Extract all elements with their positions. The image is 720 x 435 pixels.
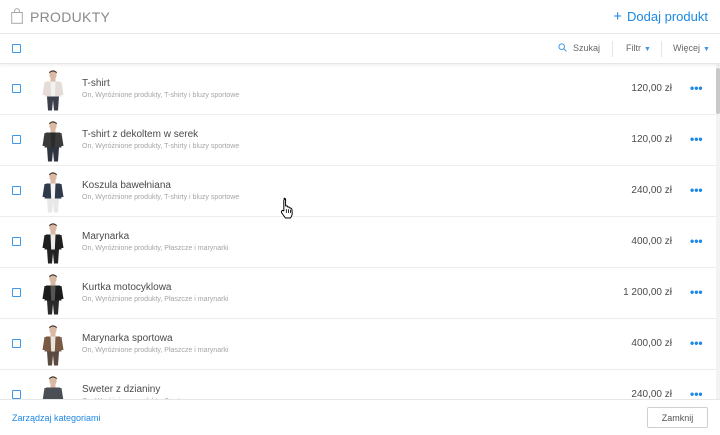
shopping-bag-icon (11, 8, 23, 24)
more-options-icon[interactable]: ••• (690, 81, 703, 95)
product-name[interactable]: Marynarka sportowa (82, 333, 173, 344)
footer: Zarządzaj kategoriami Zamknij (0, 399, 720, 435)
product-row[interactable]: T-shirt z dekoltem w serek On, Wyróżnione… (0, 115, 716, 166)
scrollbar[interactable] (716, 64, 720, 399)
close-button[interactable]: Zamknij (647, 407, 708, 428)
product-list: T-shirt On, Wyróżnione produkty, T-shirty… (0, 64, 716, 399)
product-thumbnail (38, 120, 68, 162)
product-thumbnail (38, 222, 68, 264)
select-all-checkbox[interactable] (12, 44, 21, 53)
product-name[interactable]: Sweter z dzianiny (82, 384, 160, 395)
more-options-icon[interactable]: ••• (690, 336, 703, 350)
product-thumbnail (38, 171, 68, 213)
more-label: Więcej (673, 43, 701, 53)
toolbar-divider (612, 41, 613, 57)
more-options-icon[interactable]: ••• (690, 183, 703, 197)
chevron-down-icon: ▼ (644, 46, 651, 53)
row-checkbox[interactable] (12, 237, 21, 246)
product-categories: On, Wyróżnione produkty, T-shirty i bluz… (82, 92, 240, 99)
row-checkbox[interactable] (12, 186, 21, 195)
plus-icon: + (613, 8, 623, 25)
more-options-icon[interactable]: ••• (690, 387, 703, 399)
add-product-button[interactable]: + Dodaj produkt (613, 8, 708, 25)
more-dropdown[interactable]: Więcej ▼ (673, 43, 710, 53)
product-categories: On, Wyróżnione produkty, Płaszcze i mary… (82, 347, 229, 354)
product-name[interactable]: T-shirt z dekoltem w serek (82, 129, 198, 140)
filter-dropdown[interactable]: Filtr ▼ (626, 43, 651, 53)
row-checkbox[interactable] (12, 390, 21, 399)
row-checkbox[interactable] (12, 339, 21, 348)
product-name[interactable]: Marynarka (82, 231, 129, 242)
product-categories: On, Wyróżnione produkty, T-shirty i bluz… (82, 143, 240, 150)
chevron-down-icon: ▼ (703, 46, 710, 53)
product-row[interactable]: Kurtka motocyklowa On, Wyróżnione produkt… (0, 268, 716, 319)
page-title: PRODUKTY (30, 9, 111, 25)
product-name[interactable]: Kurtka motocyklowa (82, 282, 171, 293)
row-checkbox[interactable] (12, 135, 21, 144)
hand-pointer-cursor-icon (280, 197, 293, 219)
product-row[interactable]: T-shirt On, Wyróżnione produkty, T-shirty… (0, 64, 716, 115)
product-price: 400,00 zł (631, 236, 672, 247)
more-options-icon[interactable]: ••• (690, 132, 703, 146)
row-checkbox[interactable] (12, 84, 21, 93)
add-product-label: Dodaj produkt (627, 9, 708, 24)
product-row[interactable]: Koszula bawełniana On, Wyróżnione produkt… (0, 166, 716, 217)
manage-categories-link[interactable]: Zarządzaj kategoriami (12, 413, 101, 423)
filter-label: Filtr (626, 43, 641, 53)
product-price: 240,00 zł (631, 389, 672, 399)
search-label: Szukaj (573, 43, 601, 53)
product-price: 1 200,00 zł (623, 287, 672, 298)
product-thumbnail (38, 273, 68, 315)
scrollbar-thumb[interactable] (716, 68, 720, 114)
product-row[interactable]: Marynarka On, Wyróżnione produkty, Płaszc… (0, 217, 716, 268)
product-thumbnail (38, 69, 68, 111)
product-row[interactable]: Marynarka sportowa On, Wyróżnione produkt… (0, 319, 716, 370)
product-name[interactable]: Koszula bawełniana (82, 180, 171, 191)
product-price: 240,00 zł (631, 185, 672, 196)
list-toolbar: Szukaj Filtr ▼ Więcej ▼ (0, 34, 720, 64)
product-categories: On, Wyróżnione produkty, T-shirty i bluz… (82, 194, 240, 201)
more-options-icon[interactable]: ••• (690, 234, 703, 248)
product-name[interactable]: T-shirt (82, 78, 110, 89)
product-price: 120,00 zł (631, 83, 672, 94)
product-row[interactable]: Sweter z dzianinyOn, Wyróżnione produkty… (0, 370, 716, 399)
search-button[interactable]: Szukaj (558, 43, 600, 53)
toolbar-divider (661, 41, 662, 57)
product-categories: On, Wyróżnione produkty, Płaszcze i mary… (82, 296, 229, 303)
product-categories: On, Wyróżnione produkty, Płaszcze i mary… (82, 245, 229, 252)
more-options-icon[interactable]: ••• (690, 285, 703, 299)
product-thumbnail (38, 375, 68, 399)
product-price: 120,00 zł (631, 134, 672, 145)
header: PRODUKTY + Dodaj produkt (0, 0, 720, 34)
search-icon (558, 43, 567, 52)
row-checkbox[interactable] (12, 288, 21, 297)
product-thumbnail (38, 324, 68, 366)
product-price: 400,00 zł (631, 338, 672, 349)
